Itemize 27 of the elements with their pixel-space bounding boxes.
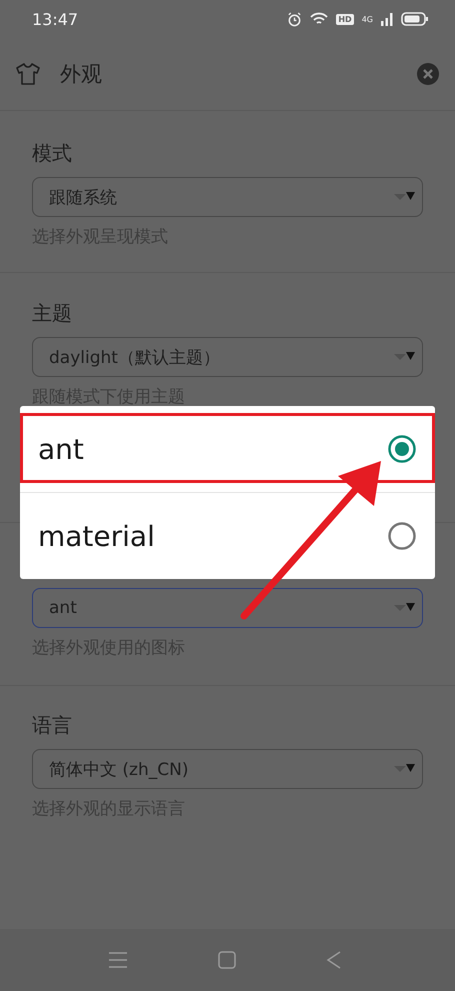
dropdown-select[interactable]: 简体中文 (zh_CN) [32, 749, 423, 789]
home-icon[interactable] [218, 951, 236, 969]
section-label: 主题 [32, 301, 73, 325]
dropdown-select[interactable]: daylight（默认主题） [32, 337, 423, 377]
option-item[interactable]: ant [20, 406, 435, 492]
dropdown-arrow-icon [392, 602, 416, 614]
network-type: 4G [362, 14, 373, 24]
radio-button[interactable] [387, 521, 417, 551]
dropdown-select[interactable]: 跟随系统 [32, 177, 423, 217]
dropdown-arrow-icon [392, 351, 416, 363]
back-icon[interactable] [326, 951, 342, 969]
battery-icon [401, 12, 429, 26]
t-shirt-icon [16, 63, 40, 85]
menu-icon[interactable] [108, 950, 128, 970]
alarm-clock-icon [287, 12, 302, 26]
page-title: 外观 [60, 61, 103, 88]
wifi-icon [310, 12, 328, 26]
radio-button[interactable] [387, 434, 417, 464]
dropdown-arrow-icon [392, 191, 416, 203]
section-label: 语言 [32, 713, 73, 737]
section-label: 模式 [32, 141, 73, 165]
signal-icon [381, 12, 393, 26]
status-time: 13:47 [32, 10, 78, 28]
dropdown-arrow-icon [392, 763, 416, 775]
close-icon[interactable] [417, 63, 439, 85]
dropdown-select[interactable]: ant [32, 588, 423, 628]
hd-badge: HD [336, 14, 354, 24]
